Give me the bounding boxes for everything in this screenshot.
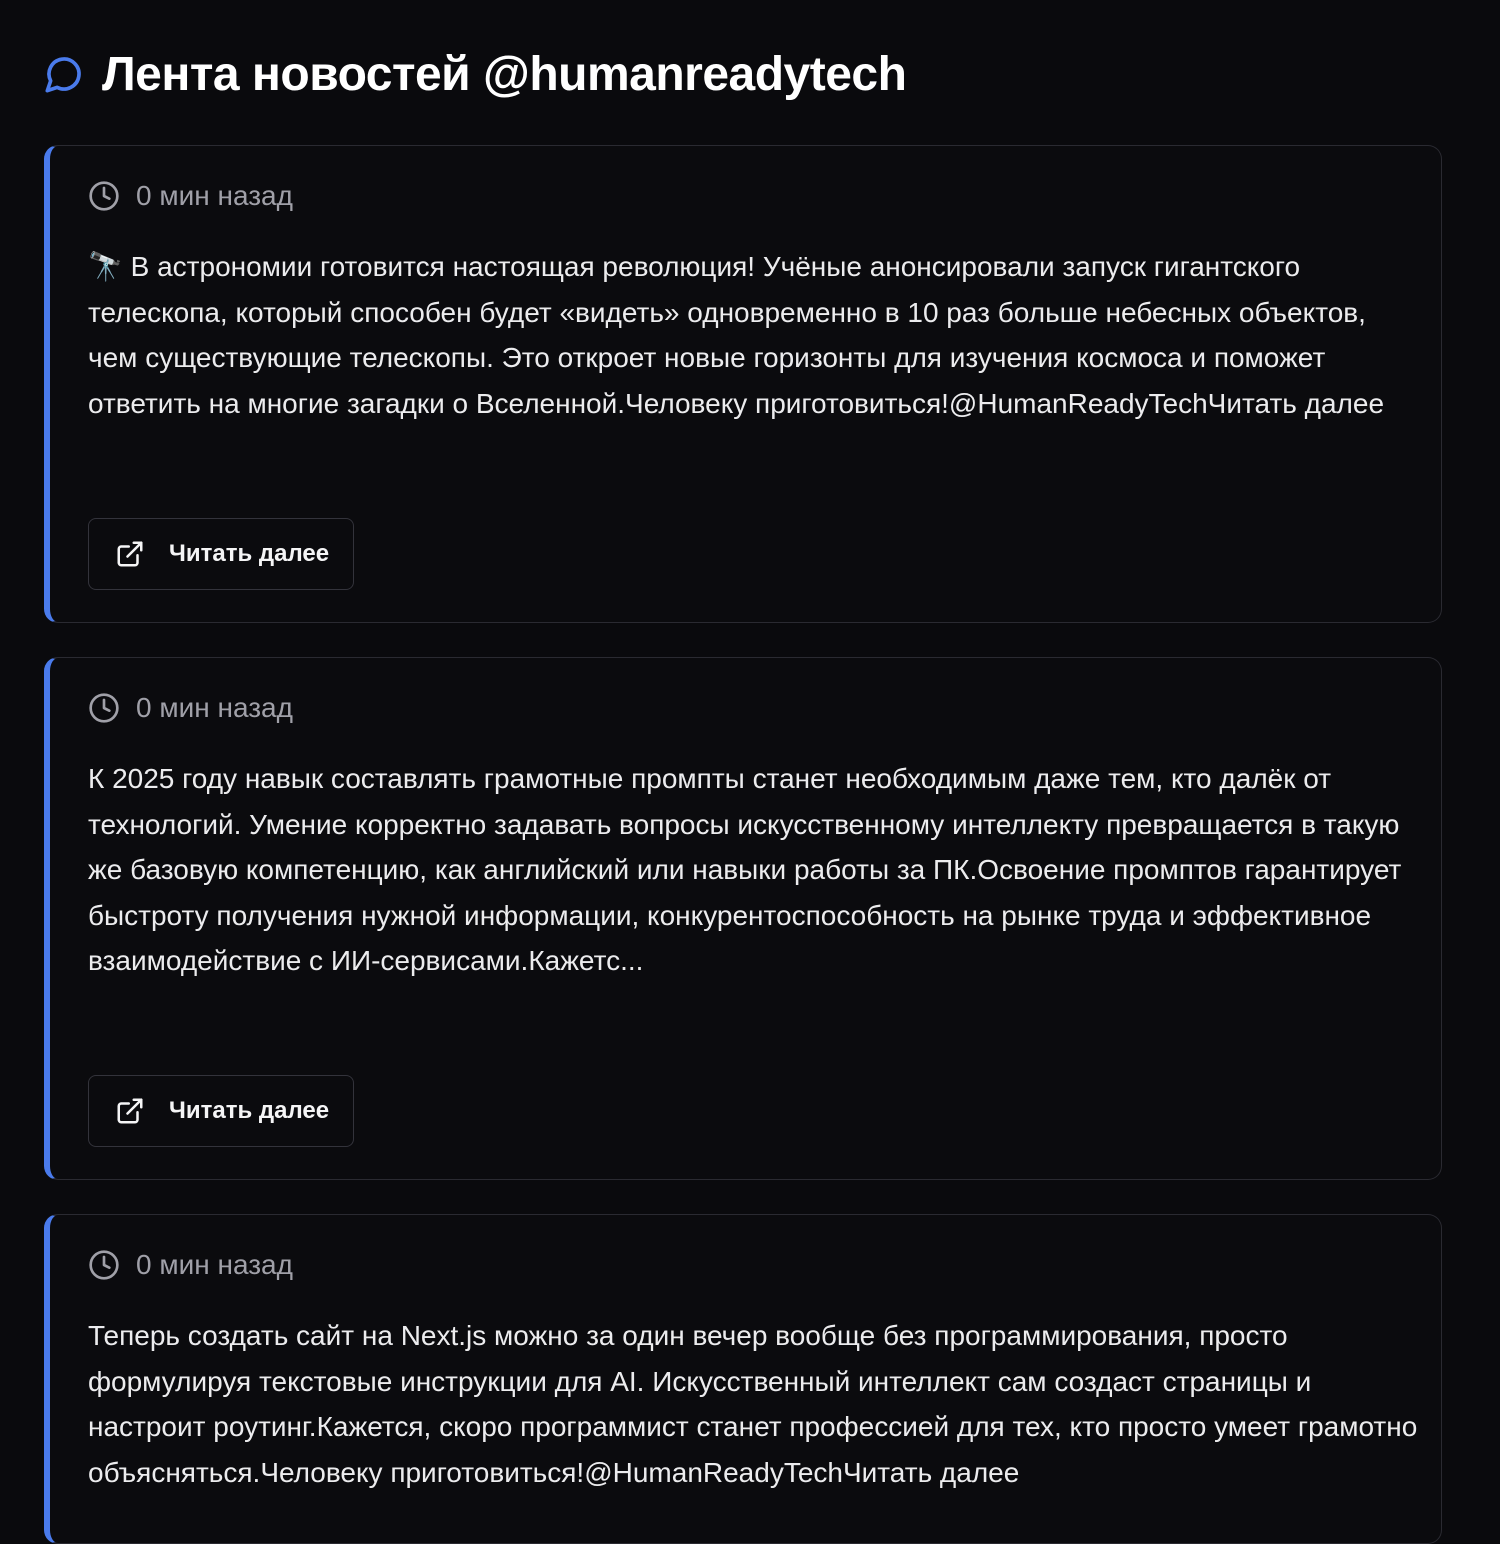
post-time-text: 0 мин назад (136, 1249, 293, 1280)
clock-icon (88, 180, 120, 212)
post-text: Теперь создать сайт на Next.js можно за … (88, 1320, 1418, 1488)
page-header: Лента новостей @humanreadytech (44, 44, 907, 104)
news-card: 0 мин назад К 2025 году навык составлять… (44, 657, 1442, 1180)
page-title: Лента новостей @humanreadytech (102, 47, 907, 101)
news-card: 0 мин назад Теперь создать сайт на Next.… (44, 1214, 1442, 1544)
post-time-text: 0 мин назад (136, 692, 293, 723)
read-more-label: Читать далее (169, 1097, 330, 1124)
post-text: 🔭 В астрономии готовится настоящая револ… (88, 251, 1385, 419)
read-more-label: Читать далее (169, 540, 330, 567)
post-timestamp: 0 мин назад (88, 1249, 293, 1281)
post-timestamp: 0 мин назад (88, 692, 293, 724)
external-link-icon (115, 1096, 145, 1126)
read-more-button[interactable]: Читать далее (88, 518, 354, 590)
clock-icon (88, 1249, 120, 1281)
external-link-icon (115, 539, 145, 569)
clock-icon (88, 692, 120, 724)
news-card: 0 мин назад 🔭 В астрономии готовится нас… (44, 145, 1442, 623)
post-text: К 2025 году навык составлять грамотные п… (88, 763, 1402, 976)
post-timestamp: 0 мин назад (88, 180, 293, 212)
post-time-text: 0 мин назад (136, 180, 293, 211)
chat-bubble-icon (44, 54, 84, 94)
read-more-button[interactable]: Читать далее (88, 1075, 354, 1147)
